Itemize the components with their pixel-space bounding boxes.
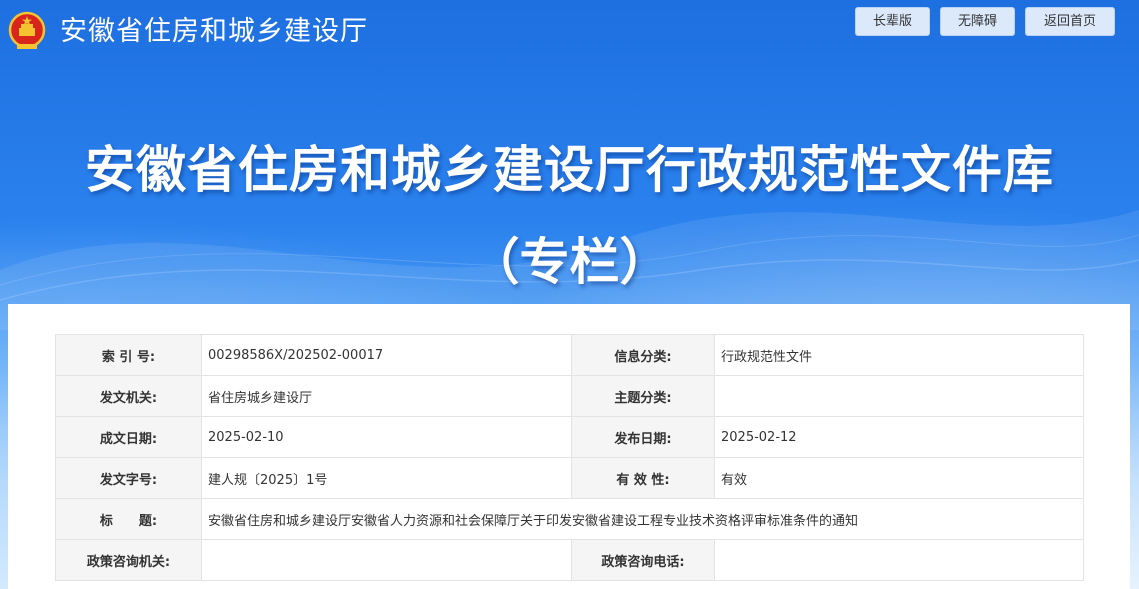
content-panel: 索 引 号: 00298586X/202502-00017 信息分类: 行政规范… bbox=[8, 304, 1130, 589]
topic-category-value bbox=[714, 375, 1084, 417]
index-number-label: 索 引 号: bbox=[55, 334, 202, 376]
page-title: 安徽省住房和城乡建设厅行政规范性文件库 bbox=[85, 141, 1054, 199]
issuing-agency-label: 发文机关: bbox=[55, 375, 202, 417]
table-row: 发文字号: 建人规〔2025〕1号 有 效 性: 有效 bbox=[55, 457, 1084, 499]
table-row: 发文机关: 省住房城乡建设厅 主题分类: bbox=[55, 375, 1084, 417]
written-date-label: 成文日期: bbox=[55, 416, 202, 458]
consult-phone-value bbox=[714, 539, 1084, 581]
written-date-value: 2025-02-10 bbox=[201, 416, 572, 458]
index-number-value: 00298586X/202502-00017 bbox=[201, 334, 572, 376]
back-home-button[interactable]: 返回首页 bbox=[1025, 7, 1115, 36]
table-row: 成文日期: 2025-02-10 发布日期: 2025-02-12 bbox=[55, 416, 1084, 458]
title-label: 标 题: bbox=[55, 498, 202, 540]
consult-agency-value bbox=[201, 539, 572, 581]
table-row: 索 引 号: 00298586X/202502-00017 信息分类: 行政规范… bbox=[55, 334, 1084, 376]
topic-category-label: 主题分类: bbox=[571, 375, 715, 417]
info-category-label: 信息分类: bbox=[571, 334, 715, 376]
top-bar: 安徽省住房和城乡建设厅 长辈版 无障碍 返回首页 bbox=[0, 0, 1139, 64]
accessibility-button[interactable]: 无障碍 bbox=[940, 7, 1015, 36]
validity-label: 有 效 性: bbox=[571, 457, 715, 499]
publish-date-value: 2025-02-12 bbox=[714, 416, 1084, 458]
consult-agency-label: 政策咨询机关: bbox=[55, 539, 202, 581]
issuing-agency-value: 省住房城乡建设厅 bbox=[201, 375, 572, 417]
consult-phone-label: 政策咨询电话: bbox=[571, 539, 715, 581]
national-emblem-icon bbox=[8, 11, 46, 49]
info-category-value: 行政规范性文件 bbox=[714, 334, 1084, 376]
validity-value: 有效 bbox=[714, 457, 1084, 499]
document-number-label: 发文字号: bbox=[55, 457, 202, 499]
title-value: 安徽省住房和城乡建设厅安徽省人力资源和社会保障厅关于印发安徽省建设工程专业技术资… bbox=[201, 498, 1084, 540]
table-row: 政策咨询机关: 政策咨询电话: bbox=[55, 539, 1084, 581]
document-meta-table: 索 引 号: 00298586X/202502-00017 信息分类: 行政规范… bbox=[55, 334, 1084, 581]
publish-date-label: 发布日期: bbox=[571, 416, 715, 458]
elderly-version-button[interactable]: 长辈版 bbox=[855, 7, 930, 36]
document-number-value: 建人规〔2025〕1号 bbox=[201, 457, 572, 499]
table-row: 标 题: 安徽省住房和城乡建设厅安徽省人力资源和社会保障厅关于印发安徽省建设工程… bbox=[55, 498, 1084, 540]
site-name[interactable]: 安徽省住房和城乡建设厅 bbox=[60, 14, 368, 50]
page-subtitle: （专栏） bbox=[469, 233, 670, 291]
